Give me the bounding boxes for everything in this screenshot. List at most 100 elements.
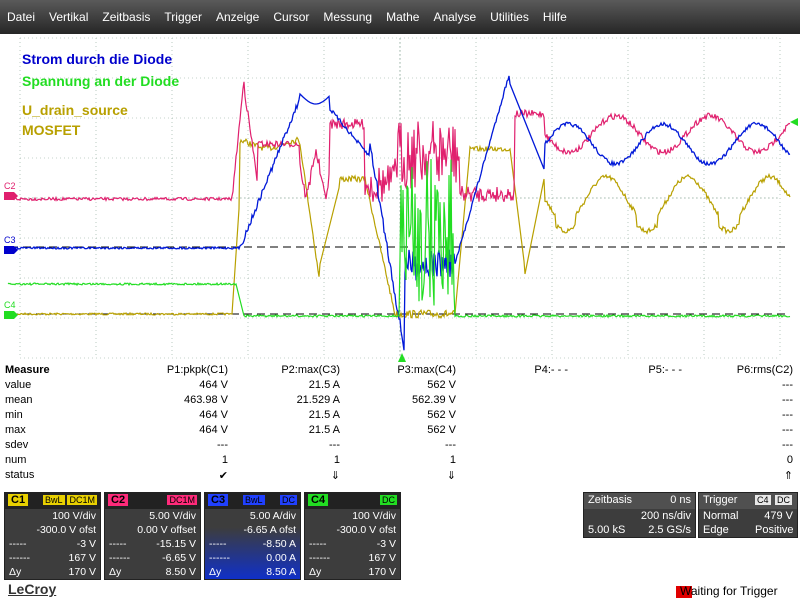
timebase-title: Zeitbasis (588, 494, 633, 506)
measure-cell: P4:- - - (534, 364, 568, 376)
measure-cell: ⇑ (783, 470, 793, 482)
measure-cell: 0 (786, 454, 793, 466)
setting-value: 170 V (368, 566, 396, 578)
measure-table: Measure P1:pkpk(C1) P2:max(C3) P3:max(C4) P4… (0, 362, 800, 492)
measure-cell: --- (782, 379, 793, 391)
channel-setting-row: 5.00 V/div (109, 510, 196, 524)
menu-item-vertikal[interactable]: Vertikal (42, 10, 95, 24)
setting-value: 170 V (68, 566, 96, 578)
measure-label: status (5, 469, 35, 481)
setting-label: ------ (309, 552, 330, 564)
trigger-mode: Normal (703, 510, 739, 522)
setting-value: 5.00 A/div (249, 510, 296, 522)
menu-item-datei[interactable]: Datei (0, 10, 42, 24)
setting-label: Δy (9, 566, 22, 578)
setting-label: Δy (309, 566, 322, 578)
channel-setting-row: 100 V/div (9, 510, 96, 524)
measure-cell: 1 (221, 454, 228, 466)
channel-setting-row: ----- -3 V (309, 538, 396, 552)
menu-item-analyse[interactable]: Analyse (426, 10, 483, 24)
channel-tag: C3 (208, 494, 229, 506)
timebase-samples: 5.00 kS (588, 524, 626, 536)
channel-setting-row: 100 V/div (309, 510, 396, 524)
setting-value: -3 V (76, 538, 96, 550)
setting-label: ----- (109, 538, 127, 550)
setting-value: 5.00 V/div (149, 510, 196, 522)
setting-value: -6.65 V (162, 552, 196, 564)
menu-item-cursor[interactable]: Cursor (266, 10, 316, 24)
trigger-title: Trigger (703, 494, 738, 506)
measure-label: num (5, 454, 27, 466)
timebase-rate: 2.5 GS/s (648, 524, 691, 536)
channel-panel-c3[interactable]: C3 BwL DC 5.00 A/div -6.65 A ofst ----- -8.50 … (204, 492, 301, 580)
trigger-panel[interactable]: Trigger C4 DC Normal 479 V Edge Positive (698, 492, 798, 538)
setting-label: ----- (209, 538, 227, 550)
channel-setting-row: 5.00 A/div (209, 510, 296, 524)
setting-label: ----- (9, 538, 27, 550)
scope-display: C2 C3 C4 Strom durch die Diode Spannung an … (0, 34, 800, 362)
channel-setting-row: ------ 167 V (309, 552, 396, 566)
status-text: Waiting for Trigger (680, 584, 778, 598)
setting-value: 167 V (68, 552, 96, 564)
channel-setting-row: -300.0 V ofst (9, 524, 96, 538)
measure-cell: 21.5 A (308, 379, 340, 391)
menu-bar: Datei Vertikal Zeitbasis Trigger Anzeige Curs… (0, 0, 800, 34)
trigger-type: Edge (703, 524, 729, 536)
measure-cell: 562 V (427, 379, 456, 391)
measure-cell: 463.98 V (183, 394, 228, 406)
marker-c2[interactable]: C2 (4, 181, 16, 191)
trigger-channel: C4 (755, 495, 771, 505)
measure-cell: P6:rms(C2) (736, 364, 793, 376)
setting-value: 167 V (368, 552, 396, 564)
measure-row: sdev --- --- --- --- (0, 439, 800, 454)
trigger-level: 479 V (764, 510, 793, 522)
measure-cell: --- (782, 424, 793, 436)
measure-cell: 21.5 A (308, 409, 340, 421)
measure-label: value (5, 379, 32, 391)
channel-setting-row: ------ 0.00 A (209, 552, 296, 566)
menu-item-messung[interactable]: Messung (316, 10, 379, 24)
channel-setting-row: Δy 170 V (9, 566, 96, 580)
measure-row: value 464 V 21.5 A 562 V --- (0, 379, 800, 394)
measure-cell: 464 V (199, 409, 228, 421)
measure-label: sdev (5, 439, 29, 451)
menu-item-hilfe[interactable]: Hilfe (536, 10, 574, 24)
menu-item-trigger[interactable]: Trigger (157, 10, 209, 24)
marker-c4[interactable]: C4 (4, 300, 16, 310)
measure-cell: 562 V (427, 424, 456, 436)
measure-cell: 21.529 A (296, 394, 340, 406)
measure-label: min (5, 409, 23, 421)
channel-tag: C2 (108, 494, 129, 506)
measure-cell: 1 (333, 454, 340, 466)
measure-cell: 562 V (427, 409, 456, 421)
legend-label: Strom durch die Diode (22, 51, 172, 67)
legend-label: MOSFET (22, 122, 81, 138)
menu-item-anzeige[interactable]: Anzeige (209, 10, 266, 24)
setting-label: ------ (9, 552, 30, 564)
setting-value: -6.65 A ofst (243, 524, 296, 536)
channel-panel-c2[interactable]: C2 DC1M 5.00 V/div 0.00 V offset ----- -15.15… (104, 492, 201, 580)
channel-panel-c1[interactable]: C1 BwL DC1M 100 V/div -300.0 V ofst ----- -3 V… (4, 492, 101, 580)
measure-row: mean 463.98 V 21.529 A 562.39 V --- (0, 394, 800, 409)
measure-cell: 21.5 A (308, 424, 340, 436)
menu-item-utilities[interactable]: Utilities (483, 10, 536, 24)
bandwidth-badge: BwL (243, 495, 265, 505)
setting-label: ------ (109, 552, 130, 564)
menu-item-mathe[interactable]: Mathe (379, 10, 426, 24)
measure-row: num 1 1 1 0 (0, 454, 800, 469)
measure-cell: P1:pkpk(C1) (166, 364, 228, 376)
setting-label: Δy (209, 566, 222, 578)
channel-panel-c4[interactable]: C4 DC 100 V/div -300.0 V ofst ----- -3 V -----… (304, 492, 401, 580)
setting-value: 0.00 V offset (137, 524, 196, 536)
setting-value: 0.00 A (266, 552, 296, 564)
marker-c3[interactable]: C3 (4, 235, 16, 245)
setting-value: -15.15 V (156, 538, 196, 550)
timebase-panel[interactable]: Zeitbasis 0 ns 200 ns/div 5.00 kS 2.5 GS… (583, 492, 696, 538)
measure-cell: 1 (449, 454, 456, 466)
channel-setting-row: ------ -6.65 V (109, 552, 196, 566)
menu-item-zeitbasis[interactable]: Zeitbasis (95, 10, 157, 24)
channel-setting-row: ----- -15.15 V (109, 538, 196, 552)
measure-cell: 464 V (199, 379, 228, 391)
timebase-div: 200 ns/div (640, 510, 691, 522)
channel-setting-row: 0.00 V offset (109, 524, 196, 538)
